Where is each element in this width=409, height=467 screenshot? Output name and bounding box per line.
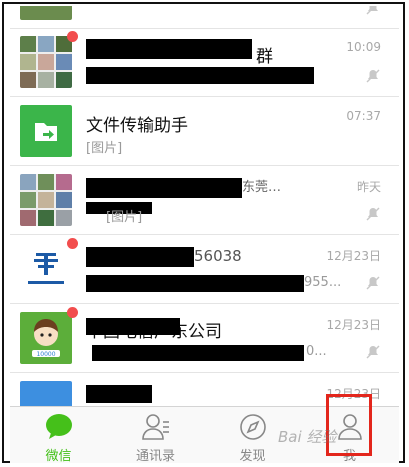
chat-row-power-grid[interactable]: 56038 955... 12月23日 xyxy=(10,235,399,304)
chat-name: 群 xyxy=(256,47,273,67)
tab-chats[interactable]: 微信 xyxy=(10,407,107,463)
redaction-bar xyxy=(86,247,194,267)
tab-contacts[interactable]: 通讯录 xyxy=(107,407,204,463)
chat-preview: [图片] xyxy=(106,210,143,225)
chat-time: 12月23日 xyxy=(326,249,381,263)
chat-list[interactable]: 群 10:09 文件传输助手 [图片] 07:37 东莞… [图片] 昨天 56… xyxy=(10,6,399,406)
chat-time: 12月23日 xyxy=(326,318,381,332)
chat-row-group[interactable]: 群 10:09 xyxy=(10,28,399,97)
power-grid-avatar xyxy=(20,243,72,295)
mute-icon xyxy=(366,345,380,359)
chat-name: 东莞… xyxy=(242,180,282,195)
chat-preview: 0... xyxy=(306,344,327,359)
redaction-bar xyxy=(86,275,304,292)
group-avatar xyxy=(20,174,72,226)
power-grid-logo xyxy=(28,253,64,284)
compass-icon xyxy=(240,414,266,440)
mute-icon xyxy=(366,6,378,15)
redaction-bar xyxy=(86,39,252,59)
chat-time: 昨天 xyxy=(356,180,381,194)
wechat-screen: 群 10:09 文件传输助手 [图片] 07:37 东莞… [图片] 昨天 56… xyxy=(10,6,399,463)
chat-preview: [图片] xyxy=(86,141,123,156)
chat-time: 07:37 xyxy=(346,109,381,123)
redaction-bar xyxy=(86,67,314,84)
group-avatar xyxy=(20,36,72,88)
mute-icon xyxy=(366,69,380,83)
mute-icon xyxy=(366,207,380,221)
unread-dot xyxy=(67,238,78,249)
chat-name: 56038 xyxy=(194,247,242,265)
chat-bubble-icon xyxy=(46,414,72,439)
chat-preview: 955... xyxy=(304,275,342,290)
avatar xyxy=(20,381,72,406)
file-transfer-avatar xyxy=(20,105,72,157)
unread-dot xyxy=(67,31,78,42)
telecom-avatar: 10000 xyxy=(20,312,72,364)
chat-row-telecom[interactable]: 10000 中国电信广东公司 0... 12月23日 xyxy=(10,304,399,373)
mute-icon xyxy=(366,276,380,290)
chat-row-file-transfer[interactable]: 文件传输助手 [图片] 07:37 xyxy=(10,97,399,166)
chat-name: 文件传输助手 xyxy=(86,116,188,136)
contacts-icon xyxy=(142,414,169,440)
unread-dot xyxy=(67,307,78,318)
folder-arrow-icon xyxy=(35,123,57,141)
watermark: Bai 经验 xyxy=(278,428,337,446)
tab-label: 通讯录 xyxy=(135,449,175,463)
redaction-bar xyxy=(86,385,152,403)
redaction-bar xyxy=(92,345,304,361)
chat-time: 10:09 xyxy=(346,40,381,54)
svg-text:10000: 10000 xyxy=(36,351,55,358)
tab-label: 发现 xyxy=(239,449,266,463)
cartoon-mascot-icon: 10000 xyxy=(32,319,60,358)
redaction-bar xyxy=(86,178,242,198)
chat-row-group-2[interactable]: 东莞… [图片] 昨天 xyxy=(10,166,399,235)
redaction-bar xyxy=(86,318,180,335)
tab-label: 微信 xyxy=(45,449,72,463)
chat-row-partial[interactable] xyxy=(10,6,399,29)
avatar xyxy=(20,6,72,20)
